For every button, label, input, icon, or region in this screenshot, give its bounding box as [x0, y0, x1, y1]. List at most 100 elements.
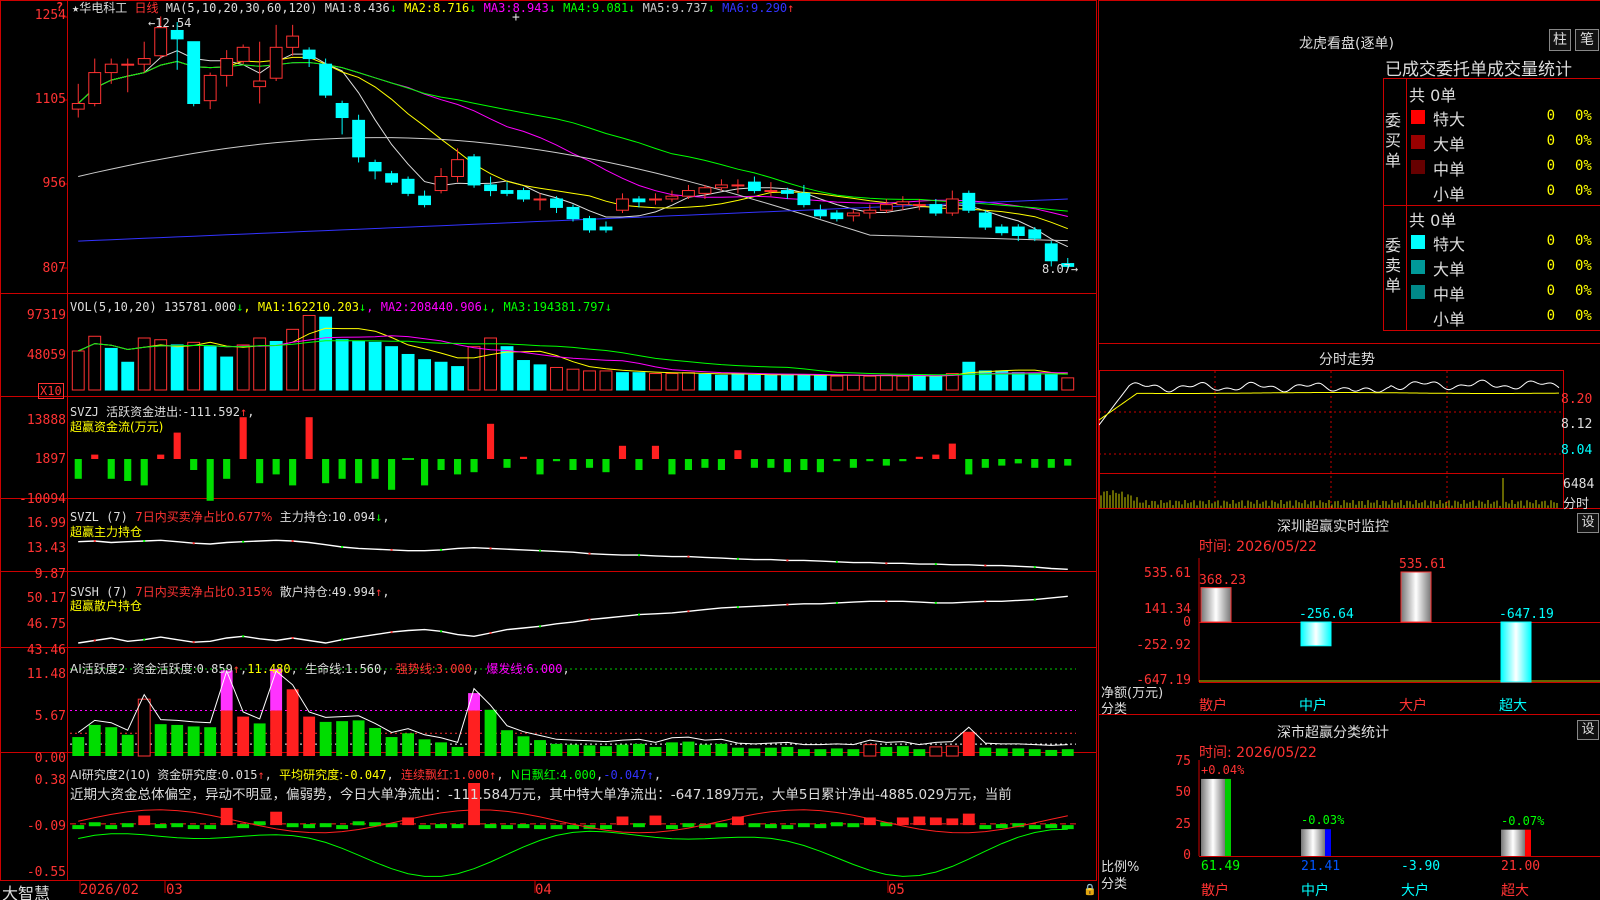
- candle: [269, 46, 283, 79]
- buy-row-count: 0: [1546, 183, 1555, 199]
- ma-name: MA3:: [476, 1, 513, 15]
- sell-row-pct: 0%: [1575, 283, 1592, 299]
- vol-ma-name: , MA1:: [243, 300, 287, 314]
- fund-flow-bar: [503, 459, 511, 468]
- activity-bar: [797, 749, 810, 756]
- fund-flow-bar: [750, 459, 758, 468]
- activity-bar: [814, 749, 827, 756]
- intraday-vol-label: 6484: [1563, 477, 1595, 492]
- ma-name: MA2:: [396, 1, 434, 15]
- volume-bar: [517, 360, 530, 391]
- activity-bar: [187, 726, 200, 756]
- activity-bar: [880, 746, 893, 756]
- x-tick: 05: [888, 882, 905, 898]
- trend-dot: [341, 545, 344, 548]
- lock-icon[interactable]: 🔒: [1083, 883, 1097, 896]
- activity-bar: [385, 737, 398, 756]
- candle: [896, 201, 910, 206]
- fund-flow-bar: [866, 459, 874, 462]
- trend-dot: [786, 603, 789, 606]
- research-green-line: [78, 828, 1068, 877]
- sell-color-swatch: [1411, 285, 1425, 299]
- candle: [286, 35, 300, 48]
- fund-flow-bar: [486, 423, 495, 459]
- trend-dot: [93, 639, 96, 642]
- activity-bar: [550, 743, 563, 756]
- buy-row-pct: 0%: [1575, 183, 1592, 199]
- research-bar: [352, 821, 365, 826]
- candle: [170, 29, 184, 40]
- fund-flow-bar: [519, 456, 528, 459]
- candlestick-chart[interactable]: [0, 0, 1097, 900]
- research-bar: [154, 824, 167, 829]
- vol-ma-value: 194381.797: [532, 300, 605, 314]
- candle: [682, 190, 695, 197]
- volume-bar: [71, 350, 85, 391]
- trend-dot: [291, 636, 294, 639]
- activity-bar: [402, 733, 415, 756]
- research-bar: [204, 825, 217, 830]
- activity-bar: [830, 748, 843, 756]
- fund-flow-bar: [981, 459, 989, 468]
- monitor-bar-label: -256.64: [1299, 607, 1354, 622]
- research-bar: [270, 811, 283, 826]
- chart-area[interactable]: ★华电科工 日线 MA(5,10,20,30,60,120) MA1:8.436…: [0, 0, 1097, 900]
- candle: [467, 156, 481, 186]
- activity-bar: [451, 746, 464, 756]
- buy-total: 共 0单: [1409, 86, 1457, 105]
- sz-stats-time: 时间: 2026/05/22: [1199, 745, 1317, 761]
- volume-bar: [665, 373, 679, 391]
- y-tick: -252.92: [1136, 638, 1191, 653]
- fund-flow-bar: [305, 417, 313, 459]
- fund-flow-bar: [882, 459, 890, 466]
- ma-arrow: ↓: [548, 1, 556, 15]
- research-bar: [830, 822, 843, 827]
- activity-bar: [1061, 749, 1074, 756]
- x-tick: 03: [166, 882, 183, 898]
- candle: [731, 184, 745, 187]
- fund-flow-bar: [453, 459, 462, 475]
- tick-view-button[interactable]: 笔: [1575, 29, 1599, 51]
- activity-bar: [962, 731, 975, 756]
- y-tick: 5.67: [34, 709, 66, 724]
- candle: [434, 176, 448, 192]
- trend-dot: [242, 635, 245, 638]
- sz-monitor-settings-button[interactable]: 设: [1577, 513, 1599, 533]
- fund-flow-bar: [585, 459, 594, 468]
- stats-bar-value: -3.90: [1401, 859, 1441, 874]
- sz-stats-settings-button[interactable]: 设: [1577, 720, 1599, 740]
- volume-bar: [286, 328, 300, 391]
- candle: [500, 190, 514, 194]
- activity-bar: [237, 716, 250, 756]
- trend-dot: [637, 613, 640, 616]
- candle: [566, 206, 580, 220]
- activity-bar: [171, 724, 184, 756]
- buy-color-swatch: [1411, 110, 1425, 124]
- fund-flow-bar: [206, 459, 214, 501]
- trend-dot: [588, 618, 591, 621]
- ma-name: MA4:: [555, 1, 593, 15]
- activity-bar: [666, 742, 678, 756]
- period-label[interactable]: 日线: [134, 1, 158, 15]
- vol-label: VOL(5,10,20): [70, 300, 157, 314]
- intraday-price-line: [1099, 379, 1560, 426]
- volume-bar: [1011, 372, 1025, 391]
- stats-bar: [1301, 829, 1325, 856]
- research-bar: [336, 825, 349, 830]
- volume-bar: [747, 374, 761, 391]
- activity-bar: [369, 727, 382, 756]
- vol-ma-value: 162210.203: [286, 300, 360, 314]
- research-bar: [764, 824, 777, 829]
- volume-bar: [302, 314, 316, 391]
- volume-bar: [121, 361, 135, 391]
- research-bar: [748, 823, 761, 828]
- activity-bar: [1028, 749, 1041, 756]
- column-view-button[interactable]: 柱: [1549, 29, 1571, 51]
- volume-bar: [912, 375, 926, 391]
- activity-bar: [435, 742, 448, 756]
- trend-dot: [687, 610, 690, 613]
- volume-bar: [418, 359, 432, 391]
- research-bar: [600, 825, 612, 830]
- buy-color-swatch: [1411, 160, 1425, 174]
- volume-bar: [896, 375, 910, 391]
